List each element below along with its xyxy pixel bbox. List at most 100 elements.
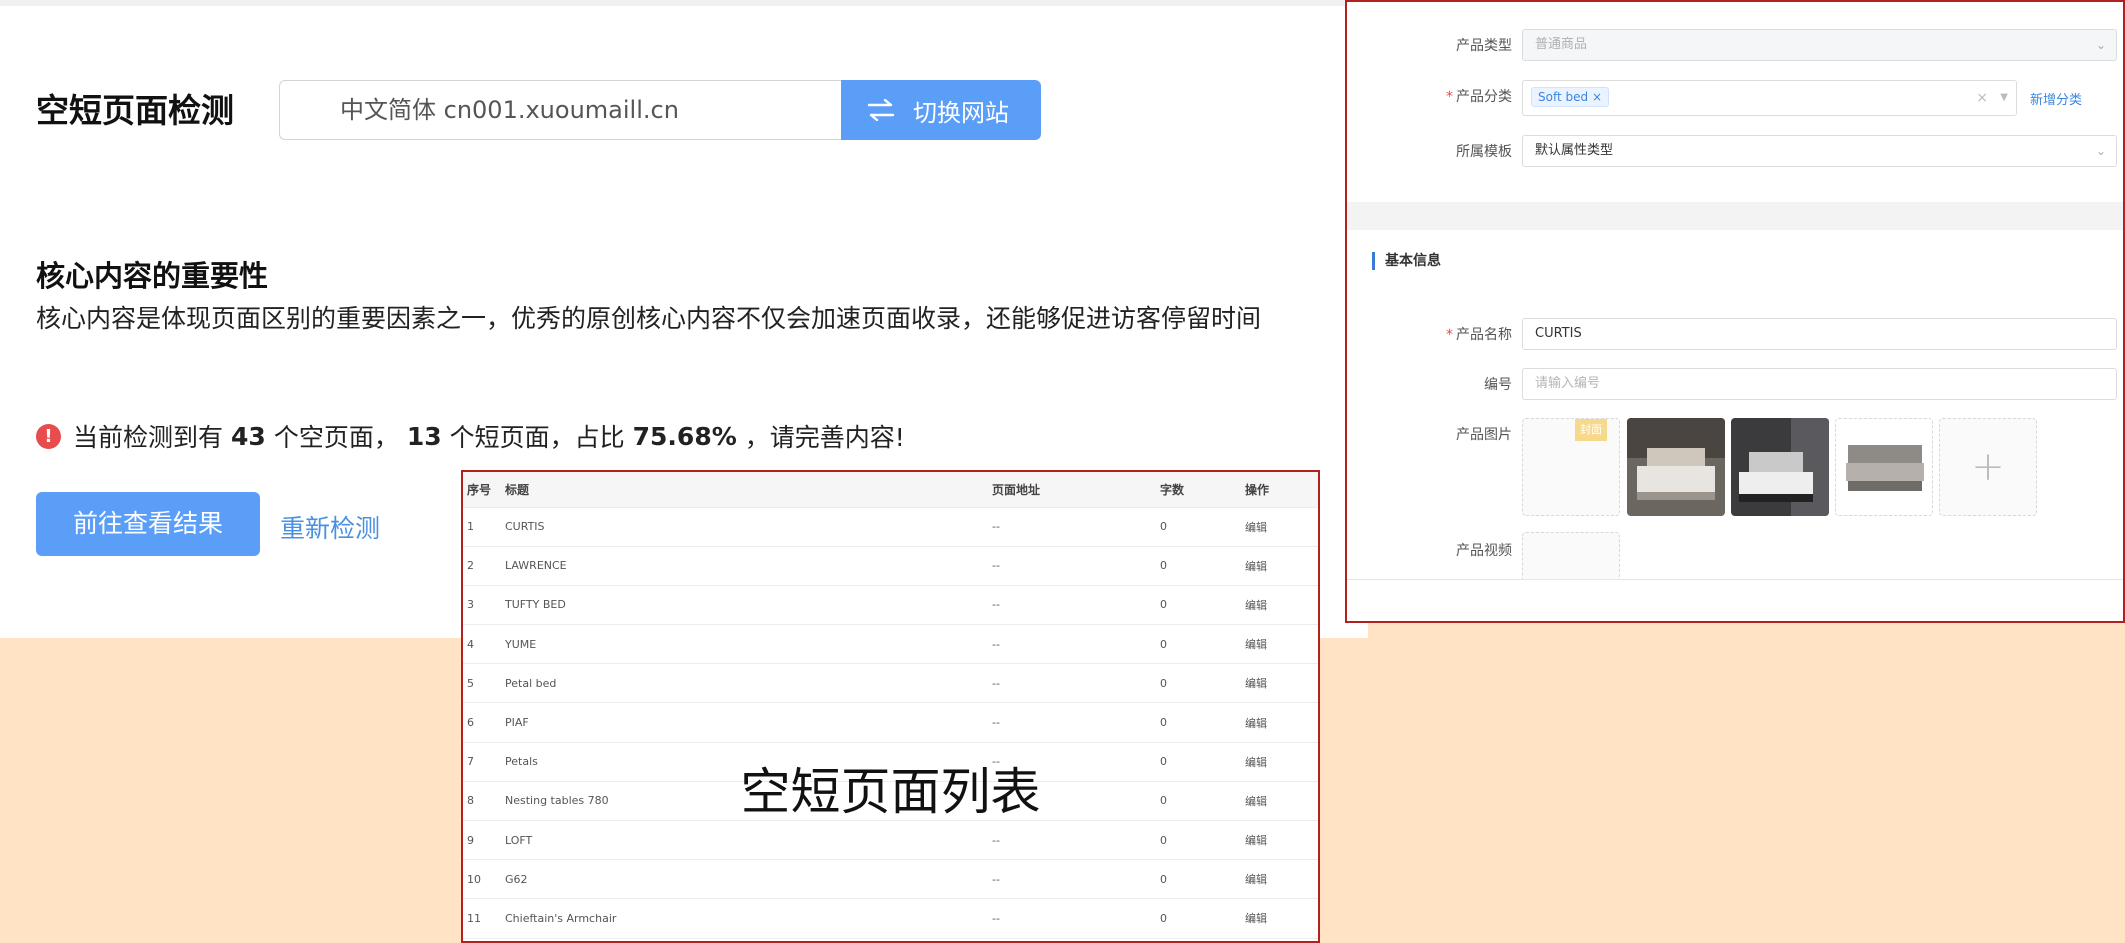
table-row: 3 TUFTY BED -- 0 编辑 (463, 585, 1318, 626)
product-image-3[interactable] (1835, 418, 1933, 516)
code-label: 编号 (1484, 377, 1512, 393)
row-index: 11 (463, 898, 505, 939)
category-label: * 产品分类 (1446, 89, 1512, 105)
page-list-table: 序号 标题 页面地址 字数 操作 1 CURTIS -- 0 编辑 2 LAWRENCE --… (463, 472, 1318, 939)
table-row: 5 Petal bed -- 0 编辑 (463, 663, 1318, 704)
row-index: 8 (463, 781, 505, 822)
column-header-url: 页面地址 (992, 472, 1160, 508)
tag-close-icon[interactable]: × (1592, 90, 1602, 104)
result-empty-suffix: 个空页面， (273, 423, 399, 452)
caret-down-icon[interactable]: ▼ (2000, 83, 2008, 113)
section-description: 核心内容是体现页面区别的重要因素之一，优秀的原创核心内容不仅会加速页面收录，还能… (36, 304, 1262, 333)
product-edit-form: 产品类型 普通商品 ⌄ * 产品分类 Soft bed × × ▼ 新增分类 所属… (1345, 0, 2125, 623)
category-select[interactable]: Soft bed × × ▼ (1522, 80, 2017, 116)
product-type-select[interactable]: 普通商品 ⌄ (1522, 29, 2117, 61)
row-index: 3 (463, 585, 505, 626)
table-row: 10 G62 -- 0 编辑 (463, 859, 1318, 900)
view-results-button[interactable]: 前往查看结果 (36, 492, 260, 556)
product-image-2[interactable] (1731, 418, 1829, 516)
name-label-text: 产品名称 (1456, 327, 1512, 343)
row-url: -- (992, 702, 1160, 743)
row-title: TUFTY BED (505, 585, 992, 626)
add-category-link[interactable]: 新增分类 (2030, 89, 2082, 108)
row-title: YUME (505, 624, 992, 665)
table-row: 6 PIAF -- 0 编辑 (463, 702, 1318, 743)
product-image-1[interactable] (1627, 418, 1725, 516)
row-url: -- (992, 742, 1160, 782)
row-edit-link[interactable]: 编辑 (1245, 781, 1318, 822)
row-url: -- (992, 859, 1160, 900)
chevron-down-icon: ⌄ (2095, 38, 2106, 52)
table-row: 9 LOFT -- 0 编辑 (463, 820, 1318, 861)
row-title: PIAF (505, 702, 992, 743)
ratio-value: 75.68% (632, 421, 737, 451)
row-url: -- (992, 507, 1160, 547)
product-name-input[interactable]: CURTIS (1522, 318, 2117, 350)
recheck-link[interactable]: 重新检测 (280, 509, 380, 545)
row-index: 5 (463, 663, 505, 704)
row-word-count: 0 (1160, 898, 1245, 939)
row-title: Chieftain's Armchair (505, 898, 992, 939)
switch-site-label: 切换网站 (913, 98, 1009, 127)
result-ending: ，请完善内容! (744, 423, 905, 452)
row-url: -- (992, 820, 1160, 861)
code-input[interactable]: 请输入编号 (1522, 368, 2117, 400)
product-type-value: 普通商品 (1535, 37, 1588, 52)
product-type-card: 产品类型 普通商品 ⌄ * 产品分类 Soft bed × × ▼ 新增分类 所属… (1347, 2, 2123, 202)
row-index: 10 (463, 859, 505, 900)
row-edit-link[interactable]: 编辑 (1245, 546, 1318, 586)
images-label: 产品图片 (1456, 427, 1512, 443)
empty-short-page-list: 序号 标题 页面地址 字数 操作 1 CURTIS -- 0 编辑 2 LAWRENCE --… (461, 470, 1320, 943)
row-edit-link[interactable]: 编辑 (1245, 742, 1318, 782)
column-header-title: 标题 (505, 472, 992, 508)
add-image-button[interactable]: + (1939, 418, 2037, 516)
table-row: 1 CURTIS -- 0 编辑 (463, 507, 1318, 547)
row-word-count: 0 (1160, 742, 1245, 782)
template-select[interactable]: 默认属性类型 ⌄ (1522, 135, 2117, 167)
row-edit-link[interactable]: 编辑 (1245, 898, 1318, 939)
row-index: 6 (463, 702, 505, 743)
table-row: 11 Chieftain's Armchair -- 0 编辑 (463, 898, 1318, 939)
row-word-count: 0 (1160, 702, 1245, 743)
basic-info-card: 基本信息 * 产品名称 CURTIS 编号 请输入编号 产品图片 封面 + 产品… (1347, 230, 2123, 592)
page-title: 空短页面检测 (36, 91, 234, 130)
product-type-label: 产品类型 (1456, 38, 1512, 54)
video-label: 产品视频 (1456, 543, 1512, 559)
row-word-count: 0 (1160, 585, 1245, 626)
bed-photo-icon (1627, 418, 1725, 516)
short-page-count: 13 (406, 421, 442, 451)
form-footer-bar (1347, 579, 2123, 621)
column-header-index: 序号 (463, 472, 505, 508)
name-label: * 产品名称 (1446, 327, 1512, 343)
site-selector[interactable]: 中文简体 cn001.xuoumaill.cn (279, 80, 841, 140)
row-edit-link[interactable]: 编辑 (1245, 859, 1318, 900)
row-index: 7 (463, 742, 505, 782)
row-edit-link[interactable]: 编辑 (1245, 820, 1318, 861)
swap-arrows-icon (867, 99, 895, 121)
bed-photo-icon (1836, 419, 1932, 515)
table-row: 2 LAWRENCE -- 0 编辑 (463, 546, 1318, 586)
cover-image-slot[interactable]: 封面 (1522, 418, 1620, 516)
row-edit-link[interactable]: 编辑 (1245, 702, 1318, 743)
column-header-count: 字数 (1160, 472, 1245, 508)
row-title: LOFT (505, 820, 992, 861)
template-label: 所属模板 (1456, 144, 1512, 160)
table-row: 4 YUME -- 0 编辑 (463, 624, 1318, 665)
clear-icon[interactable]: × (1976, 83, 1988, 113)
row-edit-link[interactable]: 编辑 (1245, 624, 1318, 665)
table-row: 7 Petals -- 0 编辑 (463, 742, 1318, 782)
row-edit-link[interactable]: 编辑 (1245, 663, 1318, 704)
basic-info-title: 基本信息 (1372, 252, 1441, 270)
empty-page-count: 43 (231, 421, 266, 451)
table-row: 8 Nesting tables 780 -- 0 编辑 (463, 781, 1318, 822)
category-tag: Soft bed × (1531, 87, 1609, 107)
row-title: Nesting tables 780 (505, 781, 992, 822)
template-value: 默认属性类型 (1535, 143, 1614, 158)
switch-site-button[interactable]: 切换网站 (841, 80, 1041, 140)
row-edit-link[interactable]: 编辑 (1245, 585, 1318, 626)
row-url: -- (992, 781, 1160, 822)
row-word-count: 0 (1160, 820, 1245, 861)
row-index: 2 (463, 546, 505, 586)
row-edit-link[interactable]: 编辑 (1245, 507, 1318, 547)
row-url: -- (992, 663, 1160, 704)
